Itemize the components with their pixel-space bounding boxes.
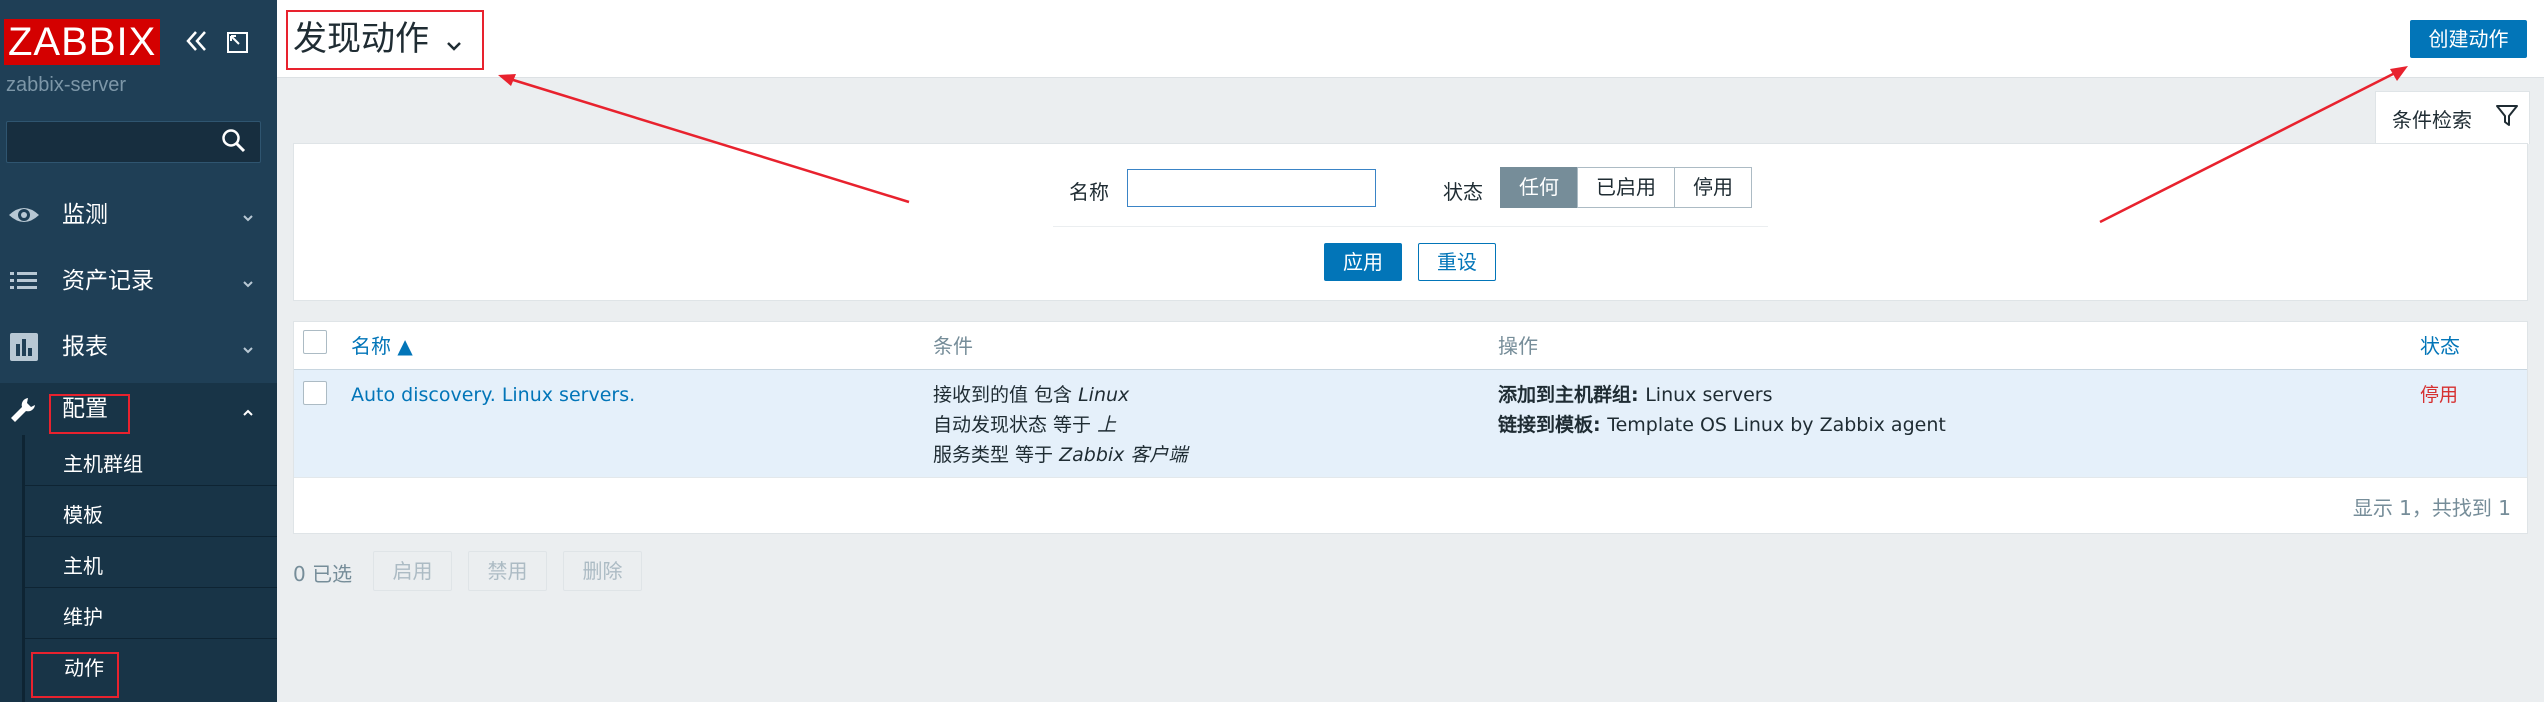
operation-label: 链接到模板: bbox=[1498, 414, 1608, 436]
menu-label: 报表 bbox=[62, 334, 108, 360]
condition-text: 服务类型 等于 bbox=[933, 444, 1060, 466]
chevron-down-icon[interactable] bbox=[445, 34, 463, 51]
menu-label: 资产记录 bbox=[62, 268, 154, 294]
collapse-sidebar-icon[interactable] bbox=[180, 22, 212, 60]
menu-item-monitoring[interactable]: 监测 bbox=[0, 182, 277, 248]
chevron-up-icon bbox=[241, 401, 255, 416]
condition-value: Linux bbox=[1078, 384, 1130, 406]
condition-value: Zabbix 客户端 bbox=[1059, 444, 1188, 466]
submenu-label: 主机群组 bbox=[63, 452, 143, 476]
reset-button[interactable]: 重设 bbox=[1418, 243, 1496, 281]
table-summary: 显示 1，共找到 1 bbox=[2352, 496, 2511, 520]
server-name: zabbix-server bbox=[6, 74, 127, 96]
submenu-item-host-groups[interactable]: 主机群组 bbox=[25, 435, 277, 486]
condition-line: 服务类型 等于 Zabbix 客户端 bbox=[933, 440, 1187, 470]
select-all-checkbox[interactable] bbox=[303, 330, 327, 354]
menu-label: 监测 bbox=[62, 202, 108, 228]
submenu-item-maintenance[interactable]: 维护 bbox=[25, 588, 277, 639]
operation-value: Linux servers bbox=[1645, 384, 1773, 406]
mass-disable-button[interactable]: 禁用 bbox=[468, 551, 547, 591]
condition-text: 接收到的值 包含 bbox=[933, 384, 1079, 406]
bar-chart-icon bbox=[8, 332, 40, 362]
mass-delete-button[interactable]: 删除 bbox=[563, 551, 642, 591]
kiosk-mode-icon[interactable] bbox=[222, 22, 254, 60]
annotation-highlight-actions bbox=[31, 652, 119, 698]
operation-value: Template OS Linux by Zabbix agent bbox=[1607, 414, 1946, 436]
chevron-down-icon bbox=[241, 338, 255, 354]
search-icon[interactable] bbox=[220, 127, 248, 155]
chevron-down-icon bbox=[241, 272, 255, 288]
menu-item-inventory[interactable]: 资产记录 bbox=[0, 248, 277, 314]
status-toggle-link[interactable]: 停用 bbox=[2420, 380, 2458, 410]
filter-icon bbox=[2496, 105, 2518, 126]
annotation-highlight-config bbox=[49, 394, 130, 434]
column-header-name[interactable]: 名称 ▲ bbox=[351, 330, 413, 359]
operation-label: 添加到主机群组: bbox=[1498, 384, 1646, 406]
operation-line: 链接到模板: Template OS Linux by Zabbix agent bbox=[1498, 410, 1946, 440]
condition-value: 上 bbox=[1097, 414, 1117, 436]
menu-item-configuration[interactable]: 配置 bbox=[0, 383, 277, 435]
sidebar: ZABBIX zabbix-server 监测 资产记录 报表 配置 主机群组 … bbox=[0, 0, 277, 702]
apply-button[interactable]: 应用 bbox=[1324, 243, 1402, 281]
page-title[interactable]: 发现动作 bbox=[293, 14, 429, 64]
condition-text: 自动发现状态 等于 bbox=[933, 414, 1098, 436]
column-header-operations: 操作 bbox=[1498, 334, 1538, 358]
menu-item-reports[interactable]: 报表 bbox=[0, 314, 277, 380]
submenu-item-templates[interactable]: 模板 bbox=[25, 486, 277, 537]
condition-line: 接收到的值 包含 Linux bbox=[933, 380, 1129, 410]
operation-line: 添加到主机群组: Linux servers bbox=[1498, 380, 1773, 410]
filter-divider bbox=[1053, 226, 1768, 227]
filter-name-input[interactable] bbox=[1127, 169, 1376, 207]
filter-name-label: 名称 bbox=[1069, 180, 1109, 204]
action-name-link[interactable]: Auto discovery. Linux servers. bbox=[351, 380, 635, 410]
submenu-item-hosts[interactable]: 主机 bbox=[25, 537, 277, 588]
filter-status-label: 状态 bbox=[1443, 180, 1483, 204]
status-option-any[interactable]: 任何 bbox=[1500, 167, 1578, 208]
chevron-down-icon bbox=[241, 206, 255, 222]
wrench-icon bbox=[8, 395, 40, 425]
filter-tab-label: 条件检索 bbox=[2392, 108, 2472, 132]
submenu-label: 模板 bbox=[63, 503, 103, 527]
submenu-label: 维护 bbox=[63, 605, 103, 629]
submenu-label: 主机 bbox=[63, 554, 103, 578]
zabbix-logo[interactable]: ZABBIX bbox=[4, 19, 161, 65]
page-header bbox=[277, 0, 2544, 78]
condition-line: 自动发现状态 等于 上 bbox=[933, 410, 1116, 440]
eye-icon bbox=[8, 200, 40, 230]
selected-count: 0 已选 bbox=[293, 562, 353, 586]
row-checkbox[interactable] bbox=[303, 381, 327, 405]
column-header-conditions: 条件 bbox=[933, 334, 973, 358]
list-icon bbox=[8, 266, 40, 296]
create-action-button[interactable]: 创建动作 bbox=[2410, 20, 2527, 58]
mass-enable-button[interactable]: 启用 bbox=[373, 551, 452, 591]
column-header-status[interactable]: 状态 bbox=[2420, 330, 2460, 359]
status-option-enabled[interactable]: 已启用 bbox=[1577, 167, 1675, 208]
status-option-disabled[interactable]: 停用 bbox=[1674, 167, 1752, 208]
filter-panel bbox=[293, 143, 2528, 301]
filter-tab[interactable]: 条件检索 bbox=[2375, 91, 2530, 144]
